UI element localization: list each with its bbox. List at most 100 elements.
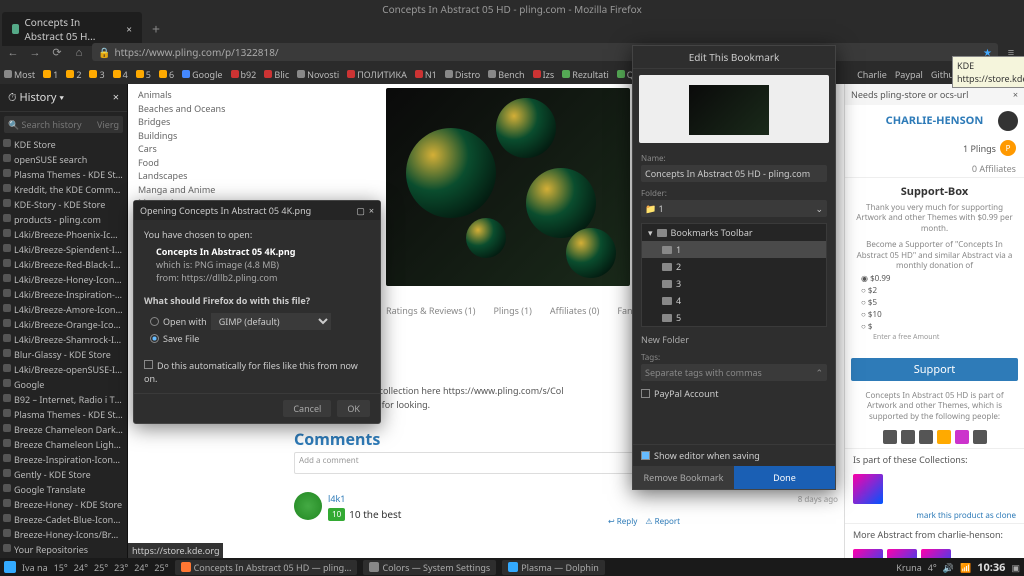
open-with-radio[interactable]: Open with GIMP (default) [150, 313, 364, 330]
history-item[interactable]: L4ki/Breeze-Honey-Icons: Icon [0, 272, 127, 287]
history-item[interactable]: KDE-Story - KDE Store [0, 197, 127, 212]
bookmark-item[interactable]: ПОЛИТИКА [347, 68, 407, 81]
bookmark-item[interactable]: 4 [113, 68, 128, 81]
bookmark-item[interactable]: 6 [159, 68, 174, 81]
history-item[interactable]: Your Repositories [0, 542, 127, 557]
bookmark-item[interactable]: Distro [445, 68, 480, 81]
history-item[interactable]: L4ki/Breeze-Red-Black-Icons: [0, 257, 127, 272]
history-item[interactable]: Plasma Themes - KDE Store [0, 167, 127, 182]
history-item[interactable]: Kreddit, the KDE Community o [0, 182, 127, 197]
bookmark-item[interactable]: Most [4, 68, 35, 81]
folder-select[interactable]: 📁 1⌄ [641, 200, 827, 217]
bookmark-item[interactable]: 2 [66, 68, 81, 81]
auto-checkbox[interactable] [144, 360, 153, 369]
history-item[interactable]: Breeze-Honey-Icons/Breeze-H [0, 527, 127, 542]
maximize-icon[interactable]: ▢ [356, 204, 365, 217]
amount-option[interactable]: ○ $ [861, 321, 1008, 333]
home-button[interactable]: ⌂ [70, 43, 88, 61]
reload-button[interactable]: ⟳ [48, 43, 66, 61]
history-item[interactable]: Breeze-Honey - KDE Store [0, 497, 127, 512]
bookmark-item[interactable]: Bench [488, 68, 524, 81]
close-tab-icon[interactable]: × [126, 22, 132, 36]
name-input[interactable]: Concepts In Abstract 05 HD - pling.com [641, 165, 827, 182]
clone-link[interactable]: mark this product as clone [845, 508, 1024, 523]
tree-node[interactable]: 1 [642, 241, 826, 258]
bookmark-item[interactable]: Novosti [297, 68, 339, 81]
ok-button[interactable]: OK [337, 400, 370, 417]
report-link[interactable]: ⚠ Report [645, 516, 680, 527]
close-sidebar-icon[interactable]: × [113, 90, 119, 105]
history-item[interactable]: L4ki/Breeze-Inspiration-Icons [0, 287, 127, 302]
showeditor-checkbox[interactable] [641, 451, 650, 460]
history-item[interactable]: L4ki/Breeze-Shamrock-Icons: [0, 332, 127, 347]
history-item[interactable]: Plasma Themes - KDE Store [0, 407, 127, 422]
desktop-pager[interactable]: 24° [134, 561, 148, 574]
more-thumb[interactable] [853, 549, 883, 558]
history-item[interactable]: Gently - KDE Store [0, 467, 127, 482]
more-thumb[interactable] [921, 549, 951, 558]
category-link[interactable]: Food [138, 156, 258, 170]
history-item[interactable]: KDE Store [0, 137, 127, 152]
desktop-pager[interactable]: 25° [154, 561, 168, 574]
bookmark-item[interactable]: N1 [415, 68, 437, 81]
tree-node[interactable]: 2 [642, 258, 826, 275]
desktop-pager[interactable]: 24° [74, 561, 88, 574]
browser-tab[interactable]: Concepts In Abstract 05 H... × [2, 12, 142, 46]
history-item[interactable]: openSUSE search [0, 152, 127, 167]
tray-icon[interactable]: 📶 [960, 561, 971, 574]
tab-ratings[interactable]: Ratings & Reviews (1) [386, 304, 475, 317]
save-file-radio[interactable]: Save File [150, 332, 364, 345]
amount-option[interactable]: ○ $10 [861, 309, 1008, 321]
amount-option[interactable]: ○ $2 [861, 285, 1008, 297]
paypal-checkbox[interactable] [641, 389, 650, 398]
comment-user[interactable]: l4k1 [328, 492, 401, 505]
history-item[interactable]: L4ki/Breeze-Spiendent-Icons: [0, 242, 127, 257]
new-tab-button[interactable]: + [144, 20, 168, 39]
history-item[interactable]: L4ki/Breeze-Amore-Icons: Icon [0, 302, 127, 317]
tree-node[interactable]: 5 [642, 309, 826, 326]
history-search-input[interactable]: 🔍 Search history Vierg [4, 116, 123, 133]
bookmark-item[interactable]: b92 [231, 68, 257, 81]
tree-node[interactable]: ▾ Bookmarks Toolbar [642, 224, 826, 241]
category-link[interactable]: Landscapes [138, 169, 258, 183]
show-desktop-icon[interactable]: ▣ [1011, 561, 1020, 574]
history-item[interactable]: L4ki/Breeze-Orange-Icons: Ico [0, 317, 127, 332]
bookmark-item[interactable]: 3 [89, 68, 104, 81]
new-folder-link[interactable]: New Folder [633, 331, 835, 348]
tab-affiliates[interactable]: Affiliates (0) [550, 304, 599, 317]
bookmark-item[interactable]: Paypal [895, 68, 923, 81]
comment-input[interactable]: Add a comment [294, 452, 674, 474]
bookmark-item[interactable]: Blic [264, 68, 289, 81]
desktop-pager[interactable]: 23° [114, 561, 128, 574]
history-item[interactable]: Breeze-Inspiration-Icons/Bree [0, 452, 127, 467]
bookmark-item[interactable]: Charlie [857, 68, 887, 81]
category-link[interactable]: Bridges [138, 115, 258, 129]
category-link[interactable]: Beaches and Oceans [138, 102, 258, 116]
tray-icon[interactable]: 🔊 [943, 561, 954, 574]
cancel-button[interactable]: Cancel [283, 400, 331, 417]
history-item[interactable]: L4ki/Breeze-openSUSE-Icons: [0, 362, 127, 377]
history-item[interactable]: Google [0, 377, 127, 392]
more-thumb[interactable] [887, 549, 917, 558]
url-bar[interactable]: 🔒 https://www.pling.com/p/1322818/ ★ [92, 43, 998, 61]
bookmark-item[interactable]: Izs [533, 68, 555, 81]
app-launcher-icon[interactable] [4, 561, 16, 573]
bookmark-item[interactable]: Google [182, 68, 222, 81]
tree-node[interactable]: 3 [642, 275, 826, 292]
bookmark-item[interactable]: 1 [43, 68, 58, 81]
category-link[interactable]: Cars [138, 142, 258, 156]
history-item[interactable]: Breeze Chameleon Light - KDE [0, 437, 127, 452]
category-link[interactable]: Buildings [138, 129, 258, 143]
history-item[interactable]: B92 – Internet, Radio i TV stani [0, 392, 127, 407]
history-item[interactable]: L4ki/Breeze-Phoenix-Icons: Ic [0, 227, 127, 242]
category-link[interactable]: Manga and Anime [138, 183, 258, 197]
history-item[interactable]: Breeze Chameleon Dark - KDE [0, 422, 127, 437]
forward-button[interactable]: → [26, 43, 44, 61]
done-button[interactable]: Done [734, 466, 835, 489]
weather-widget[interactable]: 4° [928, 561, 937, 574]
bookmark-item[interactable]: Rezultati [562, 68, 609, 81]
history-item[interactable]: Blur-Glassy - KDE Store [0, 347, 127, 362]
tab-plings[interactable]: Plings (1) [493, 304, 531, 317]
task-firefox[interactable]: Concepts In Abstract 05 HD — pling... [175, 560, 358, 575]
tree-node[interactable]: 4 [642, 292, 826, 309]
